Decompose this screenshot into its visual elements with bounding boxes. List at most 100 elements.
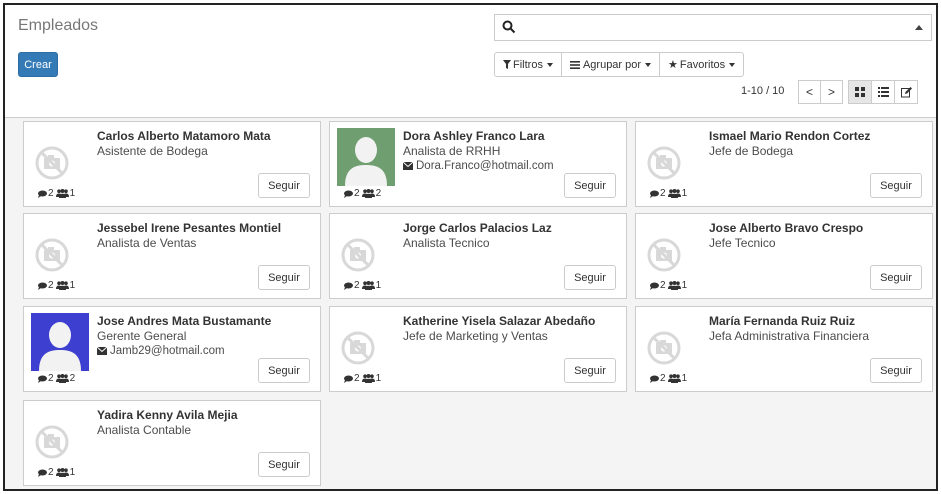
email-text: Dora.Franco@hotmail.com	[416, 160, 554, 172]
employee-card[interactable]: Jessebel Irene Pesantes Montiel Analista …	[23, 213, 321, 299]
employee-job-title: Jefa Administrativa Financiera	[709, 329, 870, 343]
group-by-dropdown[interactable]: Agrupar por	[560, 52, 661, 77]
followers-count: 2	[69, 373, 76, 384]
search-input[interactable]	[494, 14, 932, 41]
employee-job-title: Jefe Tecnico	[709, 236, 776, 250]
follow-button[interactable]: Seguir	[870, 358, 922, 383]
grid-icon	[855, 87, 865, 97]
users-icon	[361, 374, 376, 383]
star-icon: ★	[668, 59, 678, 71]
users-icon	[55, 468, 70, 477]
no-photo-icon[interactable]	[643, 313, 701, 371]
form-view-button[interactable]	[894, 80, 918, 104]
comments-icon	[344, 375, 354, 383]
employee-name[interactable]: Jose Andres Mata Bustamante	[97, 314, 271, 328]
filters-dropdown[interactable]: Filtros	[494, 52, 562, 77]
comments-icon	[38, 190, 48, 198]
follow-button[interactable]: Seguir	[258, 452, 310, 477]
employee-job-title: Analista de Ventas	[97, 236, 197, 250]
employee-name[interactable]: Jose Alberto Bravo Crespo	[709, 221, 863, 235]
pager-next-button[interactable]: >	[820, 80, 843, 104]
messages-count: 2	[660, 188, 666, 199]
followers-count: 1	[681, 188, 688, 199]
follow-button[interactable]: Seguir	[564, 173, 616, 198]
list-icon	[877, 87, 889, 97]
employee-name[interactable]: Carlos Alberto Matamoro Mata	[97, 129, 271, 143]
employee-card[interactable]: Jorge Carlos Palacios Laz Analista Tecnic…	[329, 213, 627, 299]
no-photo-icon[interactable]	[643, 220, 701, 278]
employee-email[interactable]: Dora.Franco@hotmail.com	[403, 160, 554, 172]
no-photo-icon[interactable]	[643, 128, 701, 186]
envelope-icon	[403, 162, 416, 170]
employee-card[interactable]: Yadira Kenny Avila Mejia Analista Contabl…	[23, 400, 321, 486]
card-stats: 21	[38, 467, 75, 478]
card-stats: 21	[344, 280, 381, 291]
users-icon	[667, 281, 682, 290]
employee-card[interactable]: María Fernanda Ruiz Ruiz Jefa Administrat…	[635, 306, 933, 392]
comments-icon	[650, 375, 660, 383]
bars-icon	[569, 60, 580, 69]
employee-job-title: Jefe de Marketing y Ventas	[403, 329, 548, 343]
follow-button[interactable]: Seguir	[258, 265, 310, 290]
follow-button[interactable]: Seguir	[870, 173, 922, 198]
follow-button[interactable]: Seguir	[564, 265, 616, 290]
employee-job-title: Asistente de Bodega	[97, 144, 208, 158]
followers-count: 1	[375, 373, 382, 384]
control-panel: Empleados Crear Filtros Agrupar por ★ Fa…	[5, 5, 936, 118]
users-icon	[55, 189, 70, 198]
envelope-icon	[97, 347, 110, 355]
users-icon	[55, 281, 70, 290]
pager-value[interactable]: 1-10 / 10	[741, 85, 784, 97]
follow-button[interactable]: Seguir	[258, 358, 310, 383]
comments-icon	[650, 190, 660, 198]
employee-job-title: Analista de RRHH	[403, 144, 501, 158]
search-options-toggle-icon[interactable]	[915, 25, 923, 30]
favorites-dropdown[interactable]: ★ Favoritos	[659, 52, 745, 77]
employee-name[interactable]: Jessebel Irene Pesantes Montiel	[97, 221, 281, 235]
followers-count: 2	[375, 188, 382, 199]
employee-name[interactable]: Dora Ashley Franco Lara	[403, 129, 545, 143]
avatar[interactable]	[337, 128, 395, 186]
no-photo-icon[interactable]	[31, 128, 89, 186]
comments-icon	[344, 282, 354, 290]
users-icon	[361, 189, 376, 198]
card-stats: 21	[650, 373, 687, 384]
follow-button[interactable]: Seguir	[564, 358, 616, 383]
list-view-button[interactable]	[871, 80, 895, 104]
kanban-view-button[interactable]	[848, 80, 872, 104]
comments-icon	[650, 282, 660, 290]
followers-count: 1	[681, 373, 688, 384]
employee-name[interactable]: María Fernanda Ruiz Ruiz	[709, 314, 855, 328]
group-by-label: Agrupar por	[582, 58, 642, 71]
employee-card[interactable]: Dora Ashley Franco Lara Analista de RRHH D…	[329, 121, 627, 207]
create-button[interactable]: Crear	[18, 52, 58, 77]
employee-card[interactable]: Ismael Mario Rendon Cortez Jefe de Bodega…	[635, 121, 933, 207]
no-photo-icon[interactable]	[31, 407, 89, 465]
followers-count: 1	[69, 188, 76, 199]
messages-count: 2	[354, 280, 360, 291]
employee-email[interactable]: Jamb29@hotmail.com	[97, 345, 225, 357]
follow-button[interactable]: Seguir	[258, 173, 310, 198]
messages-count: 2	[48, 467, 54, 478]
comments-icon	[38, 375, 48, 383]
no-photo-icon[interactable]	[31, 220, 89, 278]
employee-card[interactable]: Katherine Yisela Salazar Abedaño Jefe de …	[329, 306, 627, 392]
no-photo-icon[interactable]	[337, 220, 395, 278]
followers-count: 1	[681, 280, 688, 291]
email-text: Jamb29@hotmail.com	[110, 345, 225, 357]
messages-count: 2	[660, 280, 666, 291]
employee-name[interactable]: Katherine Yisela Salazar Abedaño	[403, 314, 595, 328]
pager-previous-button[interactable]: <	[798, 80, 821, 104]
follow-button[interactable]: Seguir	[870, 265, 922, 290]
employee-card[interactable]: Jose Alberto Bravo Crespo Jefe Tecnico 2 1 S…	[635, 213, 933, 299]
employee-name[interactable]: Yadira Kenny Avila Mejia	[97, 408, 238, 422]
employee-name[interactable]: Ismael Mario Rendon Cortez	[709, 129, 870, 143]
employee-card[interactable]: Jose Andres Mata Bustamante Gerente Gener…	[23, 306, 321, 392]
avatar[interactable]	[31, 313, 89, 371]
comments-icon	[38, 469, 48, 477]
card-stats: 21	[38, 280, 75, 291]
employee-name[interactable]: Jorge Carlos Palacios Laz	[403, 221, 552, 235]
no-photo-icon[interactable]	[337, 313, 395, 371]
employee-card[interactable]: Carlos Alberto Matamoro Mata Asistente de…	[23, 121, 321, 207]
users-icon	[361, 281, 376, 290]
